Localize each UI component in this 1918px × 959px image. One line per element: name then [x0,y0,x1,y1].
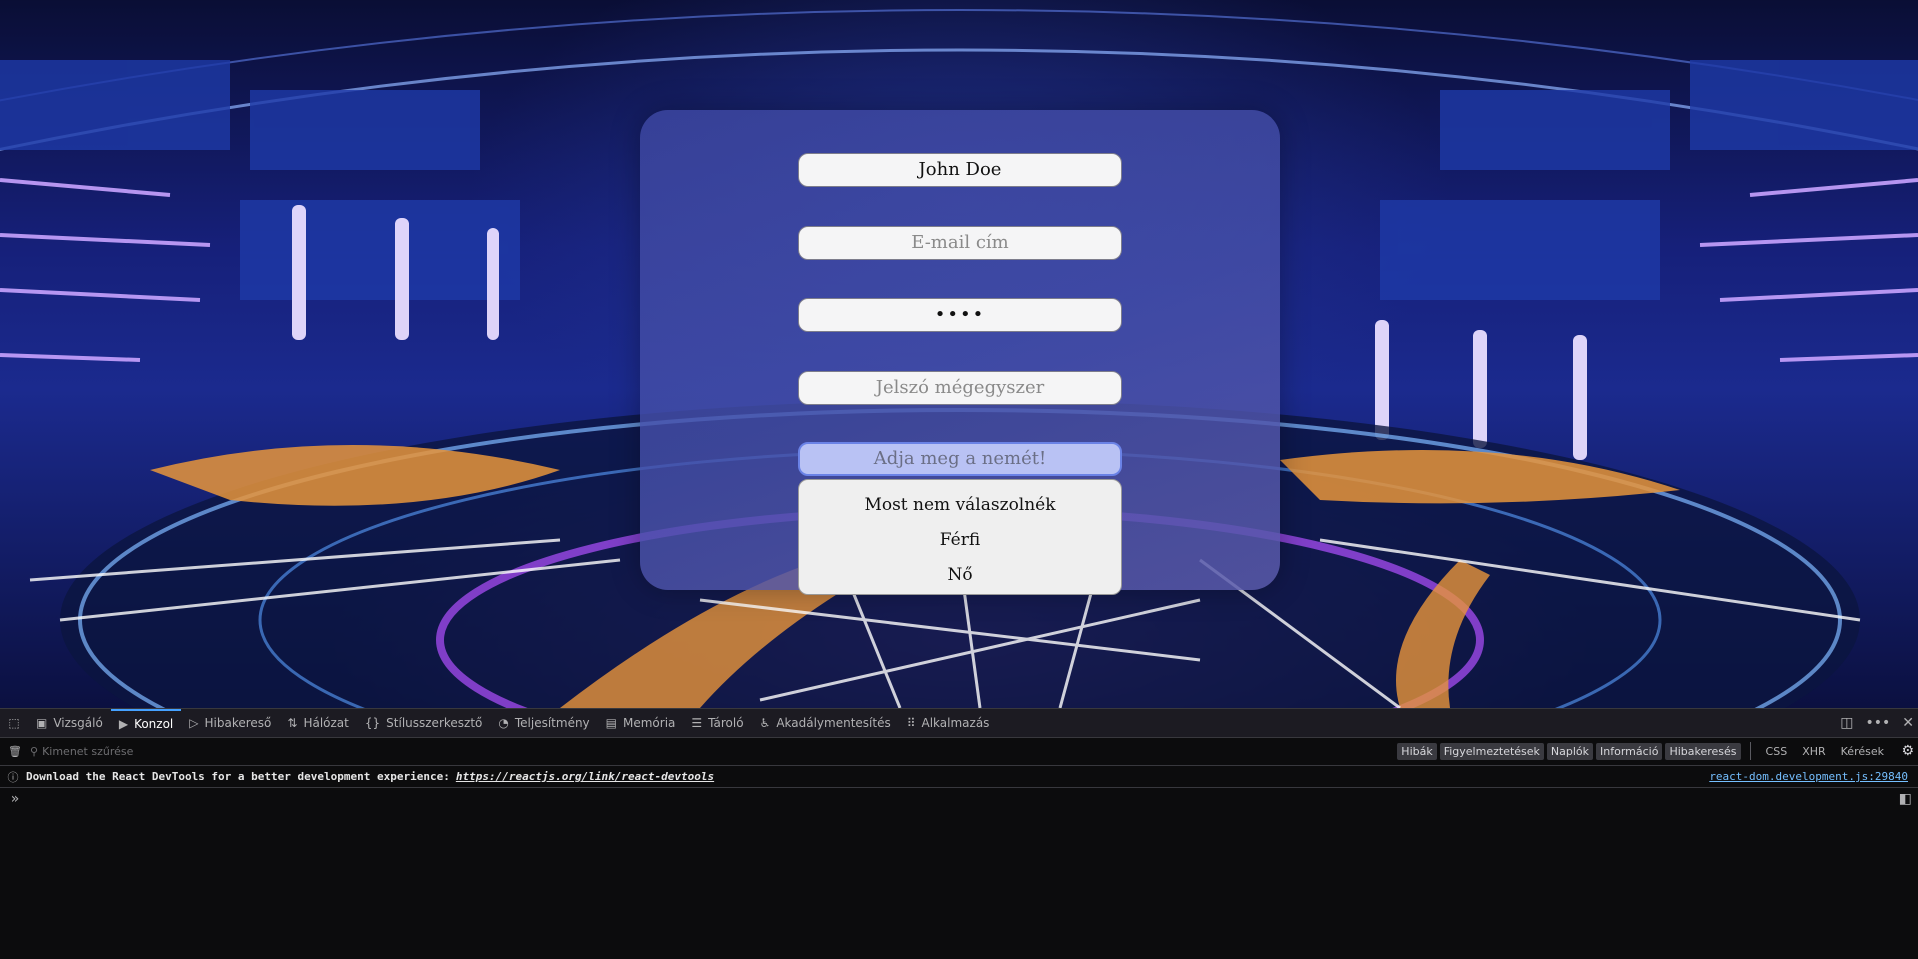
filter-info-button[interactable]: Információ [1596,742,1663,760]
name-input[interactable]: John Doe [798,153,1122,187]
gender-select[interactable]: Adja meg a nemét! [798,442,1122,476]
tab-performance[interactable]: ◔ Teljesítmény [490,709,597,737]
tab-network[interactable]: ⇅ Hálózat [279,709,356,737]
close-icon[interactable]: ✕ [1902,715,1914,731]
divider [1749,742,1751,760]
accessibility-icon: ♿ [759,716,771,730]
message-source-link[interactable]: react-dom.development.js:29840 [1709,770,1908,783]
tab-style-editor[interactable]: {} Stílusszerkesztő [357,709,491,737]
tab-memory[interactable]: ▤ Memória [598,709,684,737]
password-input[interactable]: •••• [798,298,1122,332]
gender-option-female[interactable]: Nő [799,558,1121,593]
tab-debugger[interactable]: ▷ Hibakereső [181,709,279,737]
inspector-icon: ▣ [36,716,48,730]
editor-mode-icon[interactable]: ◧ [1899,791,1912,807]
react-devtools-link[interactable]: https://reactjs.org/link/react-devtools [456,770,714,783]
gender-dropdown-list: Most nem válaszolnék Férfi Nő [798,479,1122,595]
application-icon: ⠿ [906,716,916,730]
filter-errors-button[interactable]: Hibák [1397,742,1437,760]
performance-icon: ◔ [498,716,509,730]
tab-console[interactable]: ▶ Konzol [110,709,182,737]
memory-icon: ▤ [605,716,617,730]
prompt-chevron-icon: » [10,791,20,807]
filter-output-input[interactable]: ⚲ Kimenet szűrése [30,745,133,758]
element-picker-icon[interactable]: ⬚ [0,716,28,730]
network-icon: ⇅ [287,716,298,730]
storage-icon: ☰ [691,716,703,730]
filter-debug-button[interactable]: Hibakeresés [1665,742,1741,760]
dock-side-icon[interactable]: ◫ [1840,715,1853,731]
console-message: ⓘ Download the React DevTools for a bett… [0,766,1918,788]
devtools-tabbar: ⬚ ▣ Vizsgáló ▶ Konzol ▷ Hibakereső ⇅ Hálózat… [0,708,1918,738]
gender-option-male[interactable]: Férfi [799,523,1121,558]
console-icon: ▶ [118,717,129,731]
filter-xhr-button[interactable]: XHR [1796,745,1831,758]
console-filter-bar: 🗑 ⚲ Kimenet szűrése Hibák Figyelmeztetés… [0,738,1918,766]
tab-accessibility[interactable]: ♿ Akadálymentesítés [752,709,899,737]
gender-option-no-answer[interactable]: Most nem válaszolnék [799,488,1121,523]
filter-logs-button[interactable]: Naplók [1546,742,1594,760]
clear-console-icon[interactable]: 🗑 [0,745,30,758]
filter-requests-button[interactable]: Kérések [1835,745,1890,758]
debugger-icon: ▷ [189,716,199,730]
filter-css-button[interactable]: CSS [1760,745,1794,758]
console-settings-icon[interactable]: ⚙ [1901,743,1914,759]
filter-warnings-button[interactable]: Figyelmeztetések [1439,742,1544,760]
filter-icon: ⚲ [30,745,39,758]
tab-inspector[interactable]: ▣ Vizsgáló [28,709,111,737]
more-options-icon[interactable]: ••• [1865,715,1890,731]
info-icon: ⓘ [7,770,19,784]
password-confirm-input[interactable]: Jelszó mégegyszer [798,371,1122,405]
tab-storage[interactable]: ☰ Tároló [683,709,751,737]
style-editor-icon: {} [364,716,381,730]
tab-application[interactable]: ⠿ Alkalmazás [899,709,998,737]
devtools-panel: ⬚ ▣ Vizsgáló ▶ Konzol ▷ Hibakereső ⇅ Hálózat… [0,708,1918,959]
console-input[interactable]: » ◧ [0,788,1918,810]
email-input[interactable]: E-mail cím [798,226,1122,260]
